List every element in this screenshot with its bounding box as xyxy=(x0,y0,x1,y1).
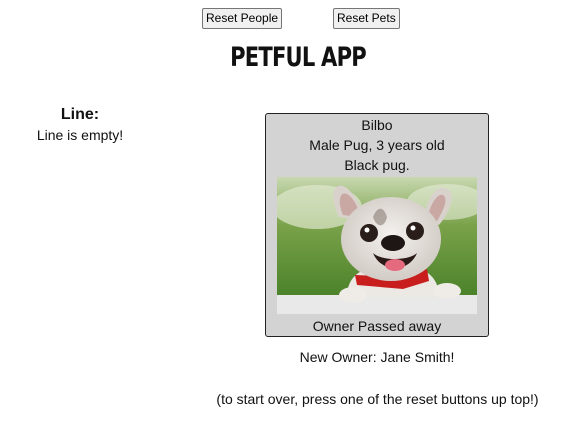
app-title: PETFUL APP xyxy=(230,42,367,73)
petful-page: Reset People Reset Pets PETFUL APP Line:… xyxy=(0,0,588,423)
reset-pets-button[interactable]: Reset Pets xyxy=(333,8,400,29)
new-owner-text: New Owner: Jane Smith! xyxy=(299,349,455,365)
line-heading: Line: xyxy=(60,106,100,123)
reset-hint-text: (to start over, press one of the reset b… xyxy=(216,391,539,407)
pet-card: Bilbo Male Pug, 3 years old Black pug. O… xyxy=(265,113,489,337)
pet-description: Black pug. xyxy=(344,157,410,173)
line-status: Line is empty! xyxy=(36,127,124,143)
pet-photo xyxy=(277,177,477,314)
pet-name: Bilbo xyxy=(361,117,393,133)
pet-fate: Owner Passed away xyxy=(312,318,442,334)
reset-people-button[interactable]: Reset People xyxy=(202,8,283,29)
line-section: Line: Line is empty! xyxy=(20,105,140,145)
pet-details: Male Pug, 3 years old xyxy=(309,137,445,153)
